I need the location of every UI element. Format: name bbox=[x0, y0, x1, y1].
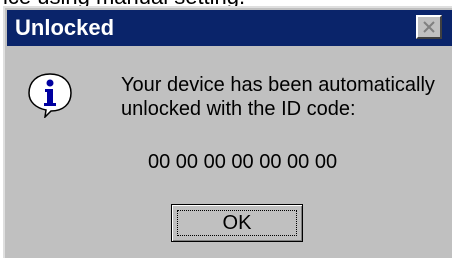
close-button[interactable] bbox=[416, 15, 442, 39]
ok-button[interactable]: OK bbox=[171, 204, 303, 242]
message-line-2: unlocked with the ID code: bbox=[121, 98, 356, 120]
close-icon bbox=[423, 21, 435, 33]
title-bar[interactable]: Unlocked bbox=[7, 10, 452, 46]
unlocked-dialog: Unlocked Your device has been automatica… bbox=[3, 6, 452, 258]
message-line-1: Your device has been automatically bbox=[121, 74, 435, 96]
dialog-message: Your device has been automatically unloc… bbox=[121, 73, 451, 121]
id-code: 00 00 00 00 00 00 00 bbox=[148, 151, 338, 173]
info-icon bbox=[28, 73, 72, 118]
ok-button-label: OK bbox=[222, 212, 252, 234]
dialog-title: Unlocked bbox=[15, 15, 115, 40]
screenshot: ice using manual setting. Unlocked Your … bbox=[0, 0, 452, 258]
